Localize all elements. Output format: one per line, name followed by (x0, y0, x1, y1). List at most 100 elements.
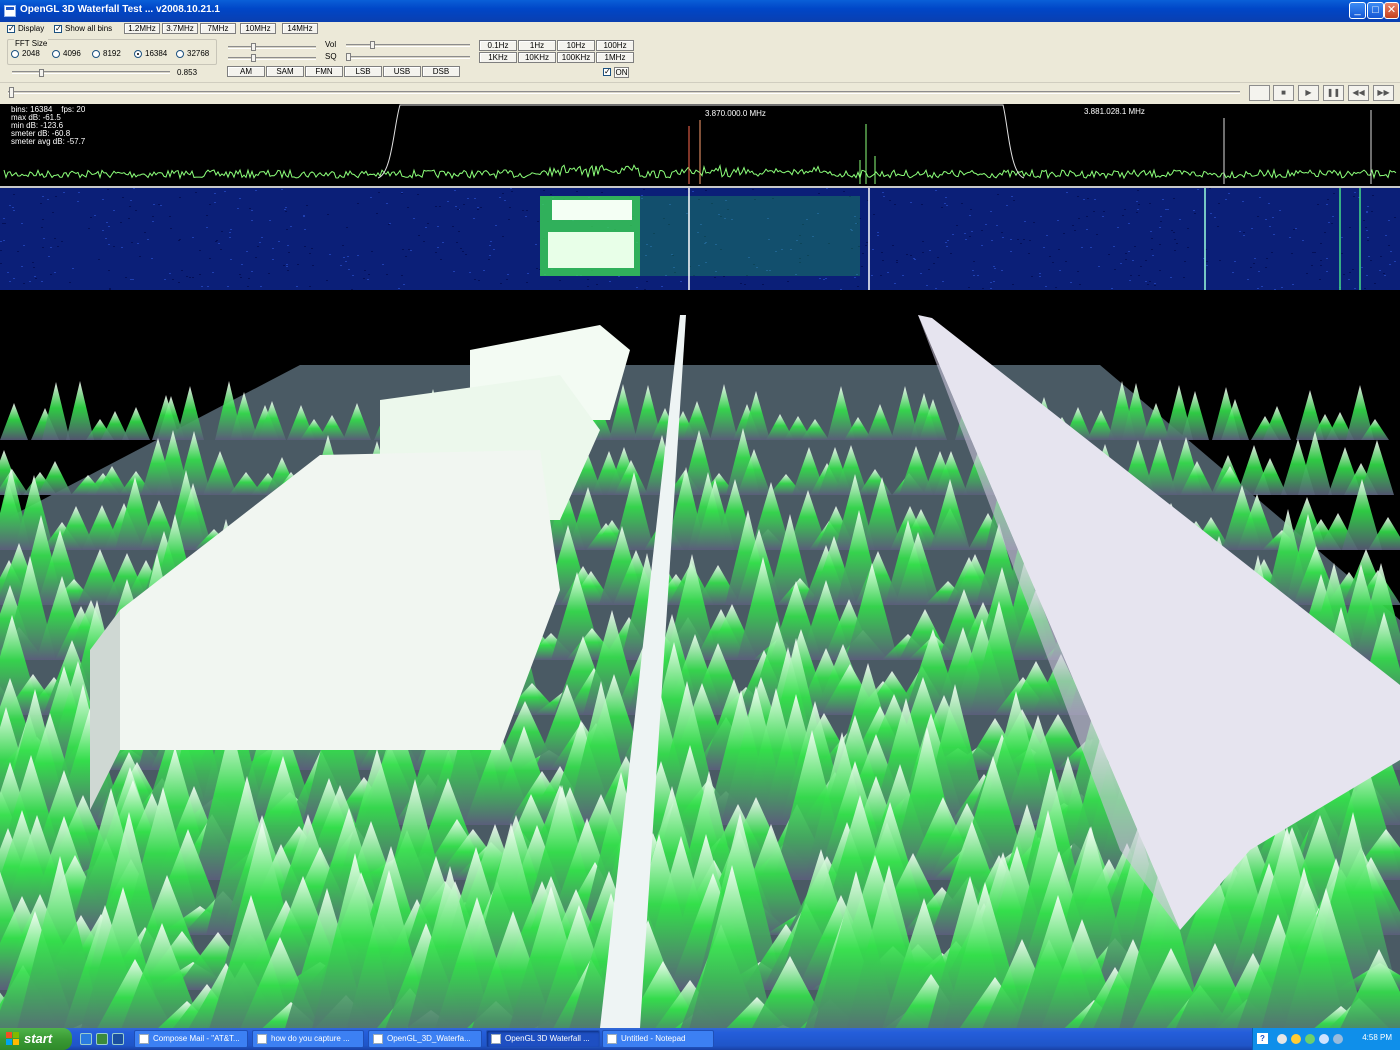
show-all-bins-checkbox[interactable]: ✓ (54, 25, 62, 33)
step-button-0-1hz[interactable]: 0.1Hz (479, 40, 517, 51)
display-checkbox[interactable]: ✓ (7, 25, 15, 33)
printer-icon[interactable] (1333, 1034, 1343, 1044)
waterfall-noise (1258, 271, 1260, 272)
fft-radio-32768[interactable] (176, 50, 184, 58)
band-button-7mhz[interactable]: 7MHz (200, 23, 236, 34)
mode-button-dsb[interactable]: DSB (422, 66, 460, 77)
close-button[interactable]: ✕ (1384, 2, 1399, 19)
on-button[interactable]: ON (614, 67, 629, 78)
waterfall-noise (1394, 261, 1396, 262)
outlook-quicklaunch-icon[interactable] (96, 1033, 108, 1045)
control-panel: ✓ Display ✓ Show all bins 1.2MHz 3.7MHz 7M… (0, 22, 1400, 82)
sq-slider[interactable] (346, 56, 470, 59)
waterfall-noise (1108, 254, 1110, 255)
waterfall-noise (1028, 253, 1030, 254)
waterfall-noise (3, 240, 5, 241)
step-button-1hz[interactable]: 1Hz (518, 40, 556, 51)
waterfall-noise (1165, 209, 1167, 210)
waterfall-noise (1147, 284, 1149, 285)
seek-slider[interactable] (8, 91, 1240, 94)
waterfall-noise (1058, 249, 1060, 250)
vol-slider-thumb[interactable] (370, 41, 375, 49)
waterfall-noise (965, 239, 967, 240)
waterfall-noise (376, 213, 378, 214)
waterfall-noise (950, 253, 952, 254)
blank-button[interactable] (1249, 85, 1270, 101)
waterfall-noise (1214, 217, 1216, 218)
step-button-100khz[interactable]: 100KHz (557, 52, 595, 63)
mode-button-fmn[interactable]: FMN (305, 66, 343, 77)
waterfall-noise (1292, 284, 1294, 285)
gain-slider-thumb[interactable] (39, 69, 44, 77)
rewind-button[interactable]: ◀◀ (1348, 85, 1369, 101)
band-button-1-2mhz[interactable]: 1.2MHz (124, 23, 160, 34)
fft-radio-4096[interactable] (52, 50, 60, 58)
step-button-1khz[interactable]: 1KHz (479, 52, 517, 63)
gain-slider[interactable] (12, 71, 170, 74)
waterfall-noise (179, 197, 181, 198)
fft-radio-2048[interactable] (11, 50, 19, 58)
waterfall-noise (1039, 276, 1041, 277)
ie-quicklaunch-icon[interactable] (80, 1033, 92, 1045)
mode-button-am[interactable]: AM (227, 66, 265, 77)
waterfall-noise (882, 260, 884, 261)
waterfall-noise (946, 205, 948, 206)
lower-slider[interactable] (228, 57, 316, 60)
spectrum-display[interactable]: bins: 16384 fps: 20 max dB: -61.5 min dB: … (0, 104, 1400, 188)
step-button-10hz[interactable]: 10Hz (557, 40, 595, 51)
3d-waterfall-view[interactable] (0, 290, 1400, 1028)
waterfall-noise (1114, 269, 1116, 270)
waterfall-noise (866, 242, 868, 243)
mode-button-lsb[interactable]: LSB (344, 66, 382, 77)
fft-radio-16384[interactable] (134, 50, 142, 58)
step-button-100hz[interactable]: 100Hz (596, 40, 634, 51)
on-checkbox[interactable]: ✓ (603, 68, 611, 76)
waterfall-noise (40, 203, 42, 204)
audio-icon[interactable] (1305, 1034, 1315, 1044)
waterfall-noise (1225, 199, 1227, 200)
upper-slider-thumb[interactable] (251, 43, 256, 51)
waterfall-noise (1137, 190, 1139, 191)
fft-option-label: 16384 (145, 49, 168, 58)
play-button[interactable]: ▶ (1298, 85, 1319, 101)
sq-slider-thumb[interactable] (346, 53, 351, 61)
taskbar-task[interactable]: OpenGL 3D Waterfall ... (486, 1030, 600, 1048)
taskbar-task[interactable]: Untitled - Notepad (602, 1030, 714, 1048)
waterfall-display[interactable] (0, 188, 1400, 290)
update-icon[interactable] (1319, 1034, 1329, 1044)
pause-button[interactable]: ❚❚ (1323, 85, 1344, 101)
security-icon[interactable] (1291, 1034, 1301, 1044)
waterfall-noise (346, 227, 348, 228)
step-button-1mhz[interactable]: 1MHz (596, 52, 634, 63)
mode-button-usb[interactable]: USB (383, 66, 421, 77)
band-button-14mhz[interactable]: 14MHz (282, 23, 318, 34)
desktop-quicklaunch-icon[interactable] (112, 1033, 124, 1045)
fast-forward-button[interactable]: ▶▶ (1373, 85, 1394, 101)
lower-slider-thumb[interactable] (251, 54, 256, 62)
waterfall-noise (186, 276, 188, 277)
waterfall-noise (587, 286, 589, 287)
waterfall-noise (206, 215, 208, 216)
step-button-10khz[interactable]: 10KHz (518, 52, 556, 63)
taskbar-task[interactable]: OpenGL_3D_Waterfa... (368, 1030, 482, 1048)
waterfall-noise (1370, 260, 1372, 261)
taskbar-task[interactable]: Compose Mail - "AT&T... (134, 1030, 248, 1048)
start-button[interactable]: start (0, 1028, 72, 1050)
stop-button[interactable]: ■ (1273, 85, 1294, 101)
waterfall-noise (269, 220, 271, 221)
upper-slider[interactable] (228, 46, 316, 49)
band-button-10mhz[interactable]: 10MHz (240, 23, 276, 34)
maximize-button[interactable]: □ (1367, 2, 1384, 19)
taskbar-task[interactable]: how do you capture ... (252, 1030, 364, 1048)
band-button-3-7mhz[interactable]: 3.7MHz (162, 23, 198, 34)
mode-button-sam[interactable]: SAM (266, 66, 304, 77)
minimize-button[interactable]: _ (1349, 2, 1366, 19)
fft-radio-8192[interactable] (92, 50, 100, 58)
seek-slider-thumb[interactable] (9, 87, 14, 98)
waterfall-noise (55, 196, 57, 197)
waterfall-noise (220, 249, 222, 250)
app-icon[interactable] (4, 5, 16, 17)
vol-slider[interactable] (346, 44, 470, 47)
help-icon[interactable]: ? (1257, 1033, 1268, 1044)
network-icon[interactable] (1277, 1034, 1287, 1044)
